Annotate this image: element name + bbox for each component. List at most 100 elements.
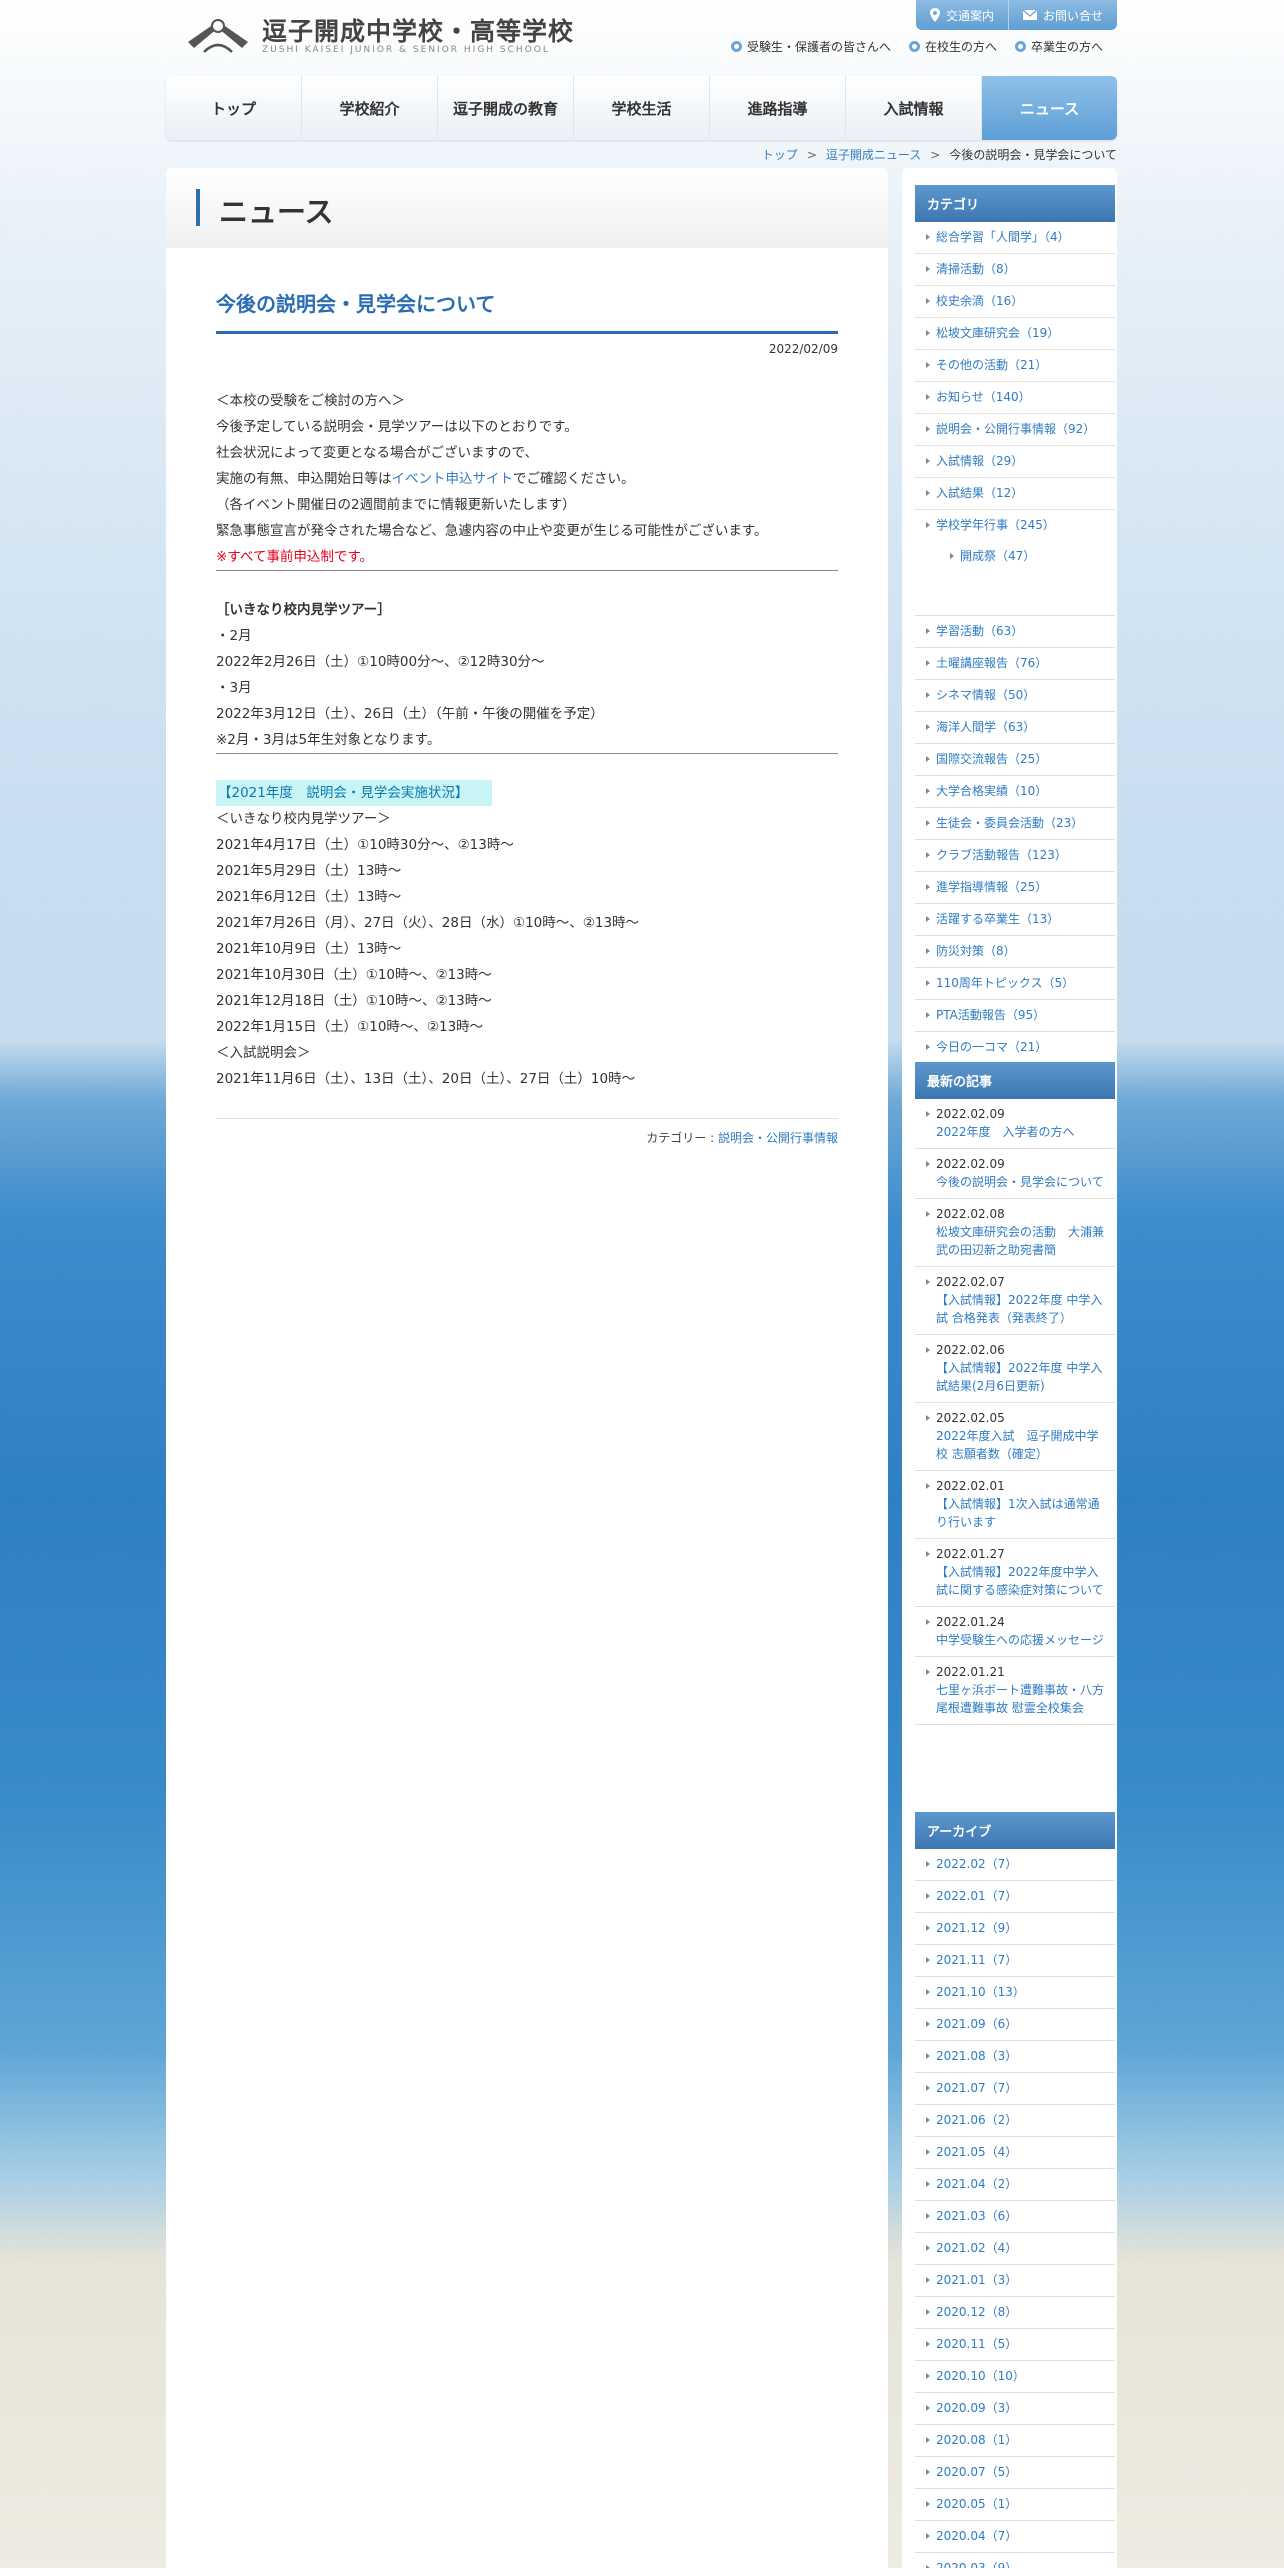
category-item[interactable]: 国際交流報告（25） (915, 744, 1115, 776)
category-item[interactable]: 総合学習「人間学」（4） (915, 222, 1115, 254)
category-item[interactable]: 入試情報（29） (915, 446, 1115, 478)
category-item[interactable]: 校史余滴（16） (915, 286, 1115, 318)
recent-post-title[interactable]: 松坡文庫研究会の活動 大浦兼武の田辺新之助宛書簡 (936, 1223, 1107, 1259)
category-item[interactable]: 学校学年行事（245） (915, 510, 1115, 541)
contact-link[interactable]: お問い合せ (1008, 0, 1117, 30)
category-item[interactable]: 海洋人間学（63） (915, 712, 1115, 744)
breadcrumb-separator: > (930, 148, 941, 162)
article-line: 2022年3月12日（土）、26日（土）（午前・午後の開催を予定） (216, 706, 604, 722)
audience-links: 受験生・保護者の皆さんへ 在校生の方へ 卒業生の方へ (730, 38, 1103, 55)
archive-item[interactable]: 2021.02（4） (915, 2233, 1115, 2265)
event-signup-link[interactable]: イベント申込サイト (392, 471, 514, 487)
article-line: 2021年11月6日（土）、13日（土）、20日（土）、27日（土）10時～ (216, 1071, 636, 1087)
recent-post-item[interactable]: 2022.02.07 【入試情報】2022年度 中学入試 合格発表（発表終了） (915, 1267, 1115, 1335)
article-date: 2022/02/09 (768, 342, 838, 356)
recent-post-item[interactable]: 2022.02.09 今後の説明会・見学会について (915, 1149, 1115, 1199)
archive-item[interactable]: 2020.03（9） (915, 2553, 1115, 2568)
recent-post-title[interactable]: 今後の説明会・見学会について (936, 1173, 1107, 1191)
recent-post-title[interactable]: 【入試情報】2022年度 中学入試 合格発表（発表終了） (936, 1291, 1107, 1327)
recent-post-item[interactable]: 2022.02.06 【入試情報】2022年度 中学入試結果(2月6日更新) (915, 1335, 1115, 1403)
audience-link-applicants[interactable]: 受験生・保護者の皆さんへ (730, 38, 891, 55)
recent-posts-title: 最新の記事 (915, 1062, 1115, 1099)
recent-post-title[interactable]: 2022年度入試 逗子開成中学校 志願者数（確定） (936, 1427, 1107, 1463)
recent-post-item[interactable]: 2022.02.05 2022年度入試 逗子開成中学校 志願者数（確定） (915, 1403, 1115, 1471)
category-item[interactable]: 入試結果（12） (915, 478, 1115, 510)
archive-item[interactable]: 2022.01（7） (915, 1881, 1115, 1913)
category-item[interactable]: 開成祭（47） (915, 541, 1115, 572)
archive-item[interactable]: 2020.12（8） (915, 2297, 1115, 2329)
archive-item[interactable]: 2020.05（1） (915, 2489, 1115, 2521)
archive-item[interactable]: 2021.05（4） (915, 2137, 1115, 2169)
recent-post-item[interactable]: 2022.02.08 松坡文庫研究会の活動 大浦兼武の田辺新之助宛書簡 (915, 1199, 1115, 1267)
nav-career[interactable]: 進路指導 (710, 76, 846, 140)
access-link[interactable]: 交通案内 (915, 0, 1009, 30)
article-category-link[interactable]: 説明会・公開行事情報 (718, 1131, 838, 1145)
recent-post-item[interactable]: 2022.02.01 【入試情報】1次入試は通常通り行います (915, 1471, 1115, 1539)
access-label: 交通案内 (945, 8, 994, 23)
category-item[interactable]: 110周年トピックス（5） (915, 968, 1115, 1000)
archive-item[interactable]: 2021.12（9） (915, 1913, 1115, 1945)
nav-school-life[interactable]: 学校生活 (574, 76, 710, 140)
category-item[interactable]: 大学合格実績（10） (915, 776, 1115, 808)
archive-item[interactable]: 2021.01（3） (915, 2265, 1115, 2297)
category-item[interactable]: 今日の一コマ（21） (915, 1032, 1115, 1064)
school-logo[interactable]: 逗子開成中学校・高等学校 ZUSHI KAISEI JUNIOR & SENIO… (184, 12, 573, 58)
archive-item[interactable]: 2020.09（3） (915, 2393, 1115, 2425)
main-content: ニュース 今後の説明会・見学会について 2022/02/09 ＜本校の受験をご検… (166, 168, 888, 2568)
category-item[interactable]: 防災対策（8） (915, 936, 1115, 968)
archive-item[interactable]: 2022.02（7） (915, 1849, 1115, 1881)
category-item[interactable]: その他の活動（21） (915, 350, 1115, 382)
nav-top[interactable]: トップ (166, 76, 302, 140)
nav-news[interactable]: ニュース (982, 76, 1117, 140)
recent-post-title[interactable]: 【入試情報】2022年度 中学入試結果(2月6日更新) (936, 1359, 1107, 1395)
archive-item[interactable]: 2020.11（5） (915, 2329, 1115, 2361)
recent-post-item[interactable]: 2022.01.27 【入試情報】2022年度中学入試に関する感染症対策について (915, 1539, 1115, 1607)
nav-about[interactable]: 学校紹介 (302, 76, 438, 140)
category-item[interactable]: 生徒会・委員会活動（23） (915, 808, 1115, 840)
archive-item[interactable]: 2021.04（2） (915, 2169, 1115, 2201)
category-item[interactable]: PTA活動報告（95） (915, 1000, 1115, 1032)
breadcrumb-top[interactable]: トップ (762, 148, 798, 162)
recent-post-date: 2022.02.05 (936, 1411, 1005, 1425)
audience-link-label: 卒業生の方へ (1030, 40, 1103, 54)
archive-item[interactable]: 2020.10（10） (915, 2361, 1115, 2393)
recent-post-title[interactable]: 中学受験生への応援メッセージ (936, 1631, 1107, 1649)
recent-post-item[interactable]: 2022.01.21 七里ヶ浜ボート遭難事故・八方尾根遭難事故 慰霊全校集会 (915, 1657, 1115, 1725)
category-item[interactable]: 松坡文庫研究会（19） (915, 318, 1115, 350)
recent-post-title[interactable]: 【入試情報】2022年度中学入試に関する感染症対策について (936, 1563, 1107, 1599)
breadcrumb-news[interactable]: 逗子開成ニュース (826, 148, 921, 162)
nav-education[interactable]: 逗子開成の教育 (438, 76, 574, 140)
category-item[interactable]: 活躍する卒業生（13） (915, 904, 1115, 936)
article-line: ＜入試説明会＞ (216, 1045, 311, 1061)
archive-item[interactable]: 2021.03（6） (915, 2201, 1115, 2233)
school-name: 逗子開成中学校・高等学校 (262, 17, 575, 46)
recent-post-title[interactable]: 2022年度 入学者の方へ (936, 1123, 1107, 1141)
archive-item[interactable]: 2021.10（13） (915, 1977, 1115, 2009)
archive-item[interactable]: 2020.04（7） (915, 2521, 1115, 2553)
archive-item[interactable]: 2020.07（5） (915, 2457, 1115, 2489)
recent-post-date: 2022.02.06 (936, 1343, 1005, 1357)
category-item[interactable]: 説明会・公開行事情報（92） (915, 414, 1115, 446)
category-item[interactable]: お知らせ（140） (915, 382, 1115, 414)
category-item[interactable]: 進学指導情報（25） (915, 872, 1115, 904)
audience-link-students[interactable]: 在校生の方へ (908, 38, 997, 55)
category-item[interactable]: シネマ情報（50） (915, 680, 1115, 712)
category-item[interactable]: 土曜講座報告（76） (915, 648, 1115, 680)
archive-item[interactable]: 2021.07（7） (915, 2073, 1115, 2105)
archive-item[interactable]: 2021.06（2） (915, 2105, 1115, 2137)
archive-item[interactable]: 2021.11（7） (915, 1945, 1115, 1977)
recent-post-title[interactable]: 【入試情報】1次入試は通常通り行います (936, 1495, 1107, 1531)
archive-item[interactable]: 2020.08（1） (915, 2425, 1115, 2457)
audience-link-graduates[interactable]: 卒業生の方へ (1014, 38, 1103, 55)
nav-admissions[interactable]: 入試情報 (846, 76, 982, 140)
article-line: ・2月 (216, 628, 252, 644)
archive-item[interactable]: 2021.09（6） (915, 2009, 1115, 2041)
recent-post-title[interactable]: 七里ヶ浜ボート遭難事故・八方尾根遭難事故 慰霊全校集会 (936, 1681, 1107, 1717)
category-item[interactable]: 学習活動（63） (915, 616, 1115, 648)
category-item[interactable]: クラブ活動報告（123） (915, 840, 1115, 872)
category-item[interactable]: 清掃活動（8） (915, 254, 1115, 286)
recent-post-item[interactable]: 2022.02.09 2022年度 入学者の方へ (915, 1099, 1115, 1149)
article-line: （各イベント開催日の2週間前までに情報更新いたします） (216, 497, 576, 513)
recent-post-item[interactable]: 2022.01.24 中学受験生への応援メッセージ (915, 1607, 1115, 1657)
archive-item[interactable]: 2021.08（3） (915, 2041, 1115, 2073)
